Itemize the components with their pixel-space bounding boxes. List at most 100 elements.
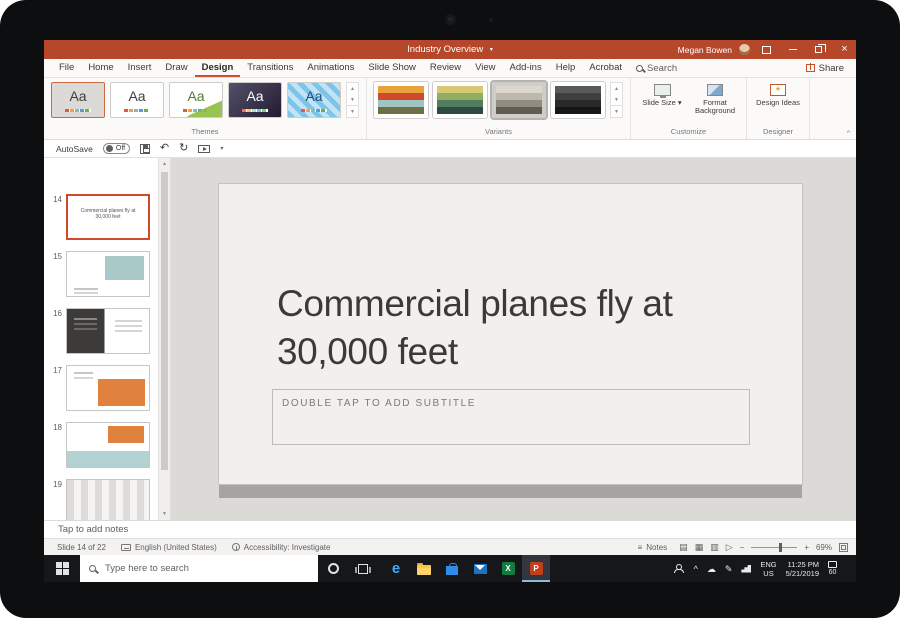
cortana-button[interactable] xyxy=(318,555,348,582)
variant-thumbnail-3-selected[interactable] xyxy=(492,82,546,118)
onedrive-icon[interactable]: ☁ xyxy=(707,564,716,574)
variant-thumbnail-1[interactable] xyxy=(374,82,428,118)
show-hidden-icons-button[interactable]: ^ xyxy=(694,564,698,574)
theme-thumbnail-green[interactable]: Aa xyxy=(169,82,223,118)
variants-scroll-up-icon[interactable]: ▲ xyxy=(611,83,622,94)
restore-button[interactable] xyxy=(809,40,828,59)
horizontal-scrollbar[interactable] xyxy=(219,485,802,498)
network-icon[interactable] xyxy=(741,565,751,573)
variant-thumbnail-4[interactable] xyxy=(551,82,605,118)
taskbar-search-input[interactable] xyxy=(103,562,283,575)
tab-draw[interactable]: Draw xyxy=(158,59,194,77)
mail-button[interactable] xyxy=(466,555,494,582)
tab-view[interactable]: View xyxy=(468,59,502,77)
format-background-button[interactable]: Format Background xyxy=(691,82,739,115)
thumbnail-panel-scrollbar[interactable]: ▲ ▼ xyxy=(158,158,171,520)
start-presentation-button[interactable] xyxy=(198,145,210,153)
themes-more-icon[interactable]: ▼ xyxy=(347,105,358,117)
slide-14-thumbnail[interactable]: Commercial planes fly at 30,000 feet xyxy=(66,194,150,240)
account-name[interactable]: Megan Bowen xyxy=(678,45,732,55)
tab-animations[interactable]: Animations xyxy=(300,59,361,77)
zoom-in-button[interactable]: + xyxy=(804,543,809,552)
edge-button[interactable]: e xyxy=(382,555,410,582)
close-button[interactable]: × xyxy=(835,40,854,59)
store-button[interactable] xyxy=(438,555,466,582)
zoom-slider-thumb[interactable] xyxy=(779,543,782,552)
subtitle-placeholder[interactable]: DOUBLE TAP TO ADD SUBTITLE xyxy=(272,389,750,445)
clock[interactable]: 11:25 PM 5/21/2019 xyxy=(786,560,819,578)
tab-insert[interactable]: Insert xyxy=(121,59,159,77)
zoom-out-button[interactable]: − xyxy=(740,543,745,552)
thumbnail-item-16[interactable]: 16 xyxy=(48,308,158,354)
action-center-button[interactable]: 60 xyxy=(828,561,837,576)
slide-size-button[interactable]: Slide Size ▾ xyxy=(638,82,686,107)
language-button[interactable]: English (United States) xyxy=(116,543,222,552)
tab-transitions[interactable]: Transitions xyxy=(240,59,300,77)
taskbar-search-box[interactable] xyxy=(80,555,318,582)
themes-scroll-up-icon[interactable]: ▲ xyxy=(347,83,358,94)
slide-19-thumbnail[interactable] xyxy=(66,479,150,520)
slide-17-thumbnail[interactable] xyxy=(66,365,150,411)
save-button[interactable] xyxy=(140,144,150,154)
slide-16-thumbnail[interactable] xyxy=(66,308,150,354)
theme-thumbnail-blue-pattern[interactable]: Aa xyxy=(287,82,341,118)
variants-more-icon[interactable]: ▼ xyxy=(611,105,622,117)
slide-18-thumbnail[interactable] xyxy=(66,422,150,468)
design-ideas-button[interactable]: ★ Design Ideas xyxy=(754,82,802,107)
file-explorer-button[interactable] xyxy=(410,555,438,582)
fit-to-window-button[interactable] xyxy=(839,543,848,552)
people-icon[interactable] xyxy=(673,564,685,573)
collapse-ribbon-button[interactable]: ^ xyxy=(847,131,850,137)
scroll-up-icon[interactable]: ▲ xyxy=(159,158,170,170)
customize-qat-icon[interactable]: ▾ xyxy=(220,145,223,152)
notes-toggle-button[interactable]: ≡ Notes xyxy=(633,543,673,552)
tab-review[interactable]: Review xyxy=(423,59,468,77)
tab-design[interactable]: Design xyxy=(195,59,241,77)
tab-help[interactable]: Help xyxy=(549,59,583,77)
normal-view-button[interactable]: ▤ xyxy=(679,542,688,553)
theme-thumbnail-office[interactable]: Aa xyxy=(110,82,164,118)
store-icon xyxy=(446,566,458,575)
tab-home[interactable]: Home xyxy=(81,59,120,77)
zoom-level[interactable]: 69% xyxy=(816,543,832,552)
slideshow-view-button[interactable]: ▷ xyxy=(726,542,733,553)
pen-icon[interactable]: ✎ xyxy=(725,564,733,574)
language-indicator[interactable]: ENG US xyxy=(760,560,776,578)
start-button[interactable] xyxy=(44,555,80,582)
thumbnail-item-15[interactable]: 15 xyxy=(48,251,158,297)
variants-scroll-down-icon[interactable]: ▼ xyxy=(611,94,622,105)
theme-thumbnail-current[interactable]: Aa xyxy=(51,82,105,118)
tab-add-ins[interactable]: Add-ins xyxy=(503,59,549,77)
minimize-button[interactable] xyxy=(783,40,802,59)
variant-thumbnail-2[interactable] xyxy=(433,82,487,118)
notes-pane[interactable]: Tap to add notes xyxy=(44,520,856,538)
ribbon-display-options-button[interactable] xyxy=(757,40,776,59)
share-button[interactable]: Share xyxy=(794,59,856,77)
reading-view-button[interactable]: ▥ xyxy=(710,542,719,553)
theme-thumbnail-dark[interactable]: Aa xyxy=(228,82,282,118)
task-view-button[interactable] xyxy=(348,555,378,582)
excel-button[interactable]: X xyxy=(494,555,522,582)
thumbnail-item-14[interactable]: 14 Commercial planes fly at 30,000 feet xyxy=(48,194,158,240)
slide-title-textbox[interactable]: Commercial planes fly at 30,000 feet xyxy=(277,280,769,376)
tab-acrobat[interactable]: Acrobat xyxy=(582,59,629,77)
slide-canvas[interactable]: Commercial planes fly at 30,000 feet DOU… xyxy=(219,184,802,484)
scroll-down-icon[interactable]: ▼ xyxy=(159,508,170,520)
scrollbar-thumb[interactable] xyxy=(161,172,168,470)
accessibility-button[interactable]: Accessibility: Investigate xyxy=(227,543,336,552)
themes-scroll-down-icon[interactable]: ▼ xyxy=(347,94,358,105)
thumbnail-item-19[interactable]: 19 xyxy=(48,479,158,520)
undo-button[interactable]: ↶ xyxy=(160,143,169,154)
thumbnail-item-17[interactable]: 17 xyxy=(48,365,158,411)
slide-sorter-view-button[interactable]: ▦ xyxy=(695,542,704,553)
powerpoint-button-active[interactable]: P xyxy=(522,555,550,582)
user-avatar[interactable] xyxy=(739,44,750,55)
tab-file[interactable]: File xyxy=(52,59,81,77)
tab-slide-show[interactable]: Slide Show xyxy=(361,59,423,77)
slide-15-thumbnail[interactable] xyxy=(66,251,150,297)
zoom-slider[interactable] xyxy=(751,547,797,548)
autosave-toggle[interactable]: Off xyxy=(103,143,130,154)
ribbon-search-button[interactable]: Search xyxy=(629,59,684,77)
redo-button[interactable]: ↻ xyxy=(179,143,188,154)
thumbnail-item-18[interactable]: 18 xyxy=(48,422,158,468)
